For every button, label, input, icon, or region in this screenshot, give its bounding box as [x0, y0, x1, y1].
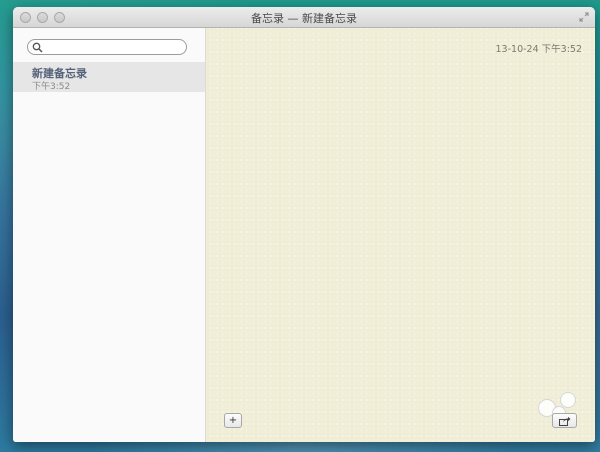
note-date: 13-10-24 下午3:52: [495, 44, 582, 55]
search-field[interactable]: [27, 39, 187, 55]
notes-window: 备忘录 — 新建备忘录 新建备忘录 下午3:52 13-10-24 下午3:52…: [13, 7, 595, 442]
fullscreen-icon[interactable]: [579, 12, 589, 22]
share-icon: [559, 416, 571, 426]
decor-bubble: [560, 392, 576, 408]
search-icon: [32, 42, 43, 53]
note-time: 下午3:52: [32, 82, 71, 92]
title-bar[interactable]: 备忘录 — 新建备忘录: [13, 7, 595, 28]
share-button[interactable]: [552, 413, 577, 428]
note-editor[interactable]: 13-10-24 下午3:52 +: [206, 28, 595, 442]
window-title: 备忘录 — 新建备忘录: [251, 12, 357, 25]
note-list-item[interactable]: 新建备忘录 下午3:52: [13, 62, 205, 92]
add-note-button[interactable]: +: [224, 413, 242, 428]
notes-sidebar: 新建备忘录 下午3:52: [13, 28, 206, 442]
